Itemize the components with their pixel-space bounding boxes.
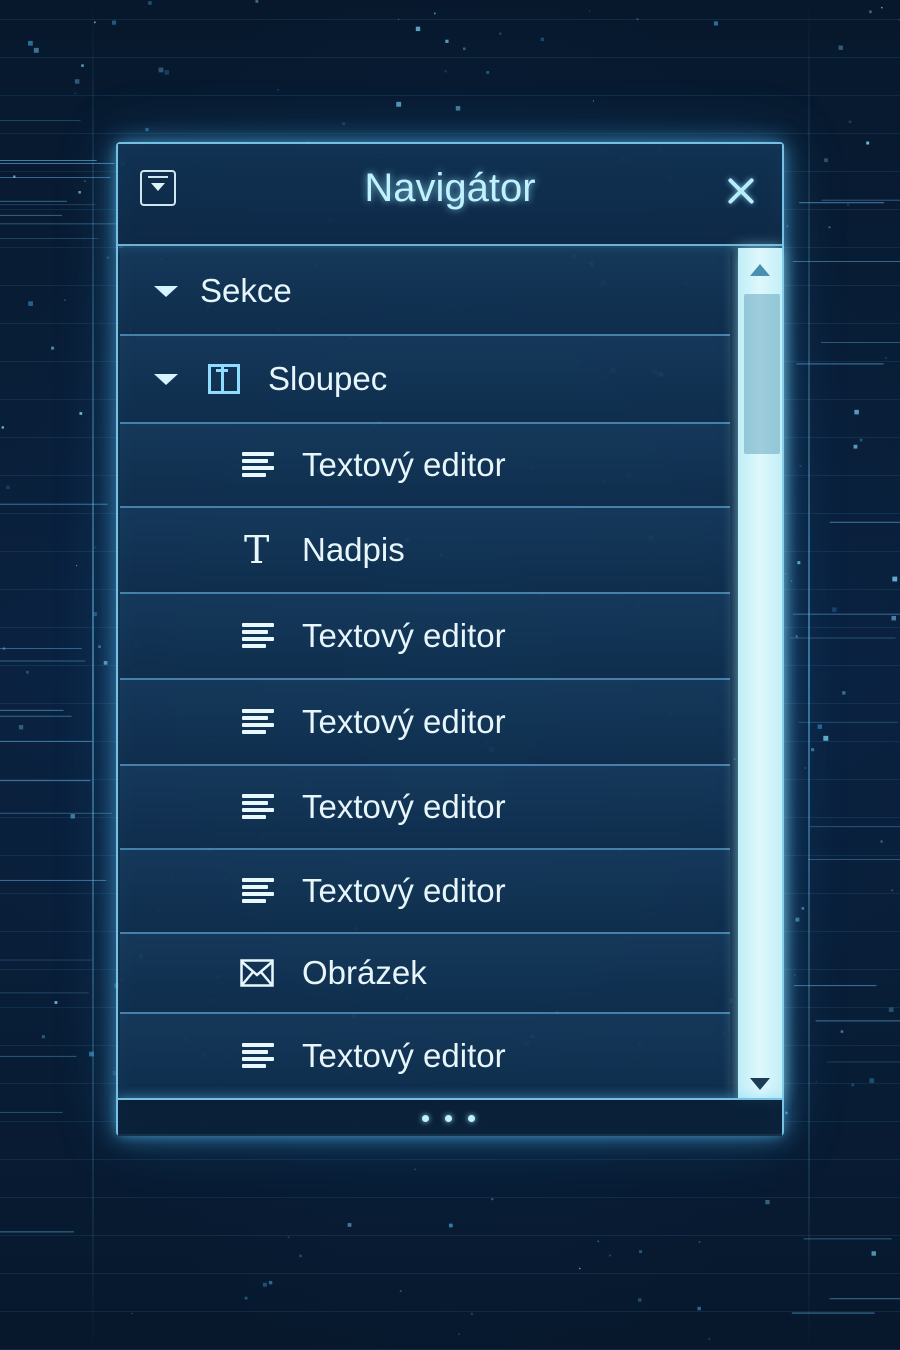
- tree-item-label: Obrázek: [302, 954, 427, 991]
- scroll-up-arrow-icon[interactable]: [750, 264, 770, 276]
- tree-item-label: Textový editor: [302, 617, 506, 654]
- tree-item-label: Textový editor: [302, 703, 506, 740]
- tree-item-text-editor[interactable]: Textový editor: [120, 680, 730, 766]
- tree-item-text-editor[interactable]: Textový editor: [120, 594, 730, 680]
- panel-title: Navigátor: [364, 166, 536, 210]
- navigator-panel: Navigátor Sekce Sloupec Textový editor T…: [116, 142, 784, 1136]
- vertical-scrollbar[interactable]: [738, 248, 782, 1098]
- tree-item-label: Nadpis: [302, 531, 405, 568]
- tree-item-label: Sloupec: [268, 360, 388, 397]
- panel-header: Navigátor: [118, 144, 782, 246]
- tree-item-text-editor[interactable]: Textový editor: [120, 850, 730, 934]
- tree-item-image[interactable]: Obrázek: [120, 934, 730, 1014]
- caret-down-icon[interactable]: [154, 374, 178, 385]
- heading-icon: T: [244, 528, 270, 572]
- tree-item-text-editor[interactable]: Textový editor: [120, 766, 730, 850]
- text-editor-icon: [242, 452, 274, 478]
- image-icon: [240, 959, 274, 987]
- text-editor-icon: [242, 1043, 274, 1069]
- close-button[interactable]: [724, 174, 758, 208]
- tree-item-column[interactable]: Sloupec: [120, 336, 730, 424]
- tree-item-section[interactable]: Sekce: [120, 248, 730, 336]
- resize-handle-icon[interactable]: [414, 1110, 484, 1126]
- text-editor-icon: [242, 878, 274, 904]
- caret-down-icon[interactable]: [154, 286, 178, 297]
- scrollbar-thumb[interactable]: [744, 294, 780, 454]
- text-editor-icon: [242, 709, 274, 735]
- tree-item-heading[interactable]: T Nadpis: [120, 508, 730, 594]
- tree-item-text-editor[interactable]: Textový editor: [120, 1014, 730, 1098]
- panel-footer: [118, 1098, 782, 1136]
- column-icon: [208, 364, 240, 394]
- tree-item-label: Sekce: [200, 272, 292, 309]
- text-editor-icon: [242, 623, 274, 649]
- navigator-tree: Sekce Sloupec Textový editor T Nadpis Te…: [120, 248, 730, 1098]
- tree-item-label: Textový editor: [302, 1037, 506, 1074]
- tree-item-label: Textový editor: [302, 788, 506, 825]
- tree-item-text-editor[interactable]: Textový editor: [120, 424, 730, 508]
- text-editor-icon: [242, 794, 274, 820]
- scroll-down-arrow-icon[interactable]: [750, 1078, 770, 1090]
- tree-item-label: Textový editor: [302, 872, 506, 909]
- tree-item-label: Textový editor: [302, 446, 506, 483]
